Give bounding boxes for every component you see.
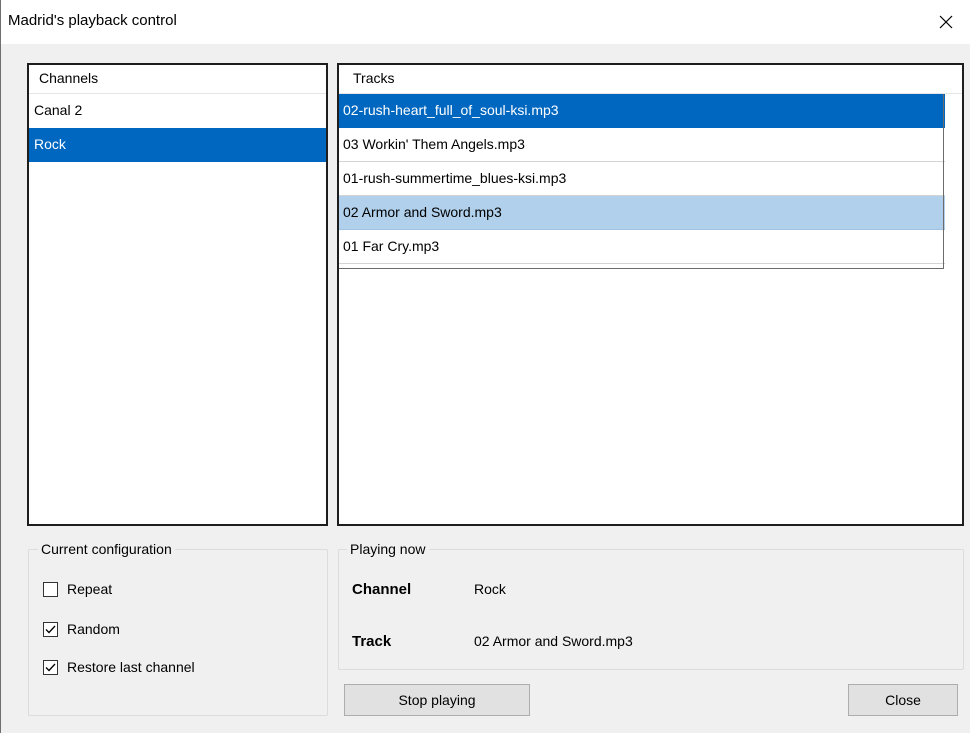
random-checkbox-box[interactable] — [43, 621, 58, 637]
channel-item-label: Canal 2 — [34, 102, 83, 118]
restore-last-channel-checkbox-box[interactable] — [43, 659, 58, 675]
channels-list[interactable]: Channels Canal 2 Rock — [27, 63, 328, 526]
tracks-rows: 02-rush-heart_full_of_soul-ksi.mp3 03 Wo… — [339, 94, 962, 264]
current-configuration-title: Current configuration — [38, 541, 175, 557]
random-label: Random — [67, 621, 120, 637]
channels-header-label: Channels — [39, 70, 99, 86]
stop-playing-button[interactable]: Stop playing — [344, 684, 530, 716]
repeat-checkbox[interactable]: Repeat — [43, 581, 112, 597]
track-item-label: 02-rush-heart_full_of_soul-ksi.mp3 — [343, 102, 559, 118]
tracks-header-label: Tracks — [353, 70, 395, 86]
channel-item-label: Rock — [34, 136, 66, 152]
checkmark-icon — [45, 625, 56, 633]
tracks-list[interactable]: Tracks 02-rush-heart_full_of_soul-ksi.mp… — [337, 63, 964, 526]
channel-value: Rock — [474, 581, 506, 597]
channels-rows: Canal 2 Rock — [29, 94, 326, 162]
track-item[interactable]: 03 Workin' Them Angels.mp3 — [339, 128, 945, 162]
playing-now-title: Playing now — [347, 541, 429, 557]
window-close-button[interactable] — [928, 4, 964, 40]
track-item[interactable]: 02-rush-heart_full_of_soul-ksi.mp3 — [339, 94, 945, 128]
repeat-checkbox-box[interactable] — [43, 581, 58, 597]
track-item-label: 01-rush-summertime_blues-ksi.mp3 — [343, 170, 567, 186]
close-icon — [939, 15, 953, 29]
random-checkbox[interactable]: Random — [43, 621, 120, 637]
track-item-label: 01 Far Cry.mp3 — [343, 238, 440, 254]
channel-label: Channel — [352, 581, 412, 598]
channels-column-header[interactable]: Channels — [29, 65, 326, 94]
window-border — [0, 0, 1, 733]
current-configuration-group: Current configuration Repeat Random Rest… — [28, 541, 328, 716]
track-item[interactable]: 01 Far Cry.mp3 — [339, 230, 945, 264]
restore-last-channel-checkbox[interactable]: Restore last channel — [43, 659, 195, 675]
playing-now-group: Playing now Channel Rock Track 02 Armor … — [338, 541, 964, 670]
channel-item[interactable]: Canal 2 — [29, 94, 326, 128]
channel-item[interactable]: Rock — [29, 128, 326, 162]
restore-last-channel-label: Restore last channel — [67, 659, 195, 675]
tracks-column-header[interactable]: Tracks — [339, 65, 962, 94]
close-button[interactable]: Close — [848, 684, 958, 716]
window-title: Madrid's playback control — [8, 12, 177, 29]
track-item-label: 03 Workin' Them Angels.mp3 — [343, 136, 525, 152]
checkmark-icon — [45, 663, 56, 671]
repeat-label: Repeat — [67, 581, 113, 597]
track-item[interactable]: 02 Armor and Sword.mp3 — [339, 196, 945, 230]
track-item[interactable]: 01-rush-summertime_blues-ksi.mp3 — [339, 162, 945, 196]
track-value: 02 Armor and Sword.mp3 — [474, 633, 633, 649]
track-label: Track — [352, 633, 392, 650]
track-item-label: 02 Armor and Sword.mp3 — [343, 204, 502, 220]
